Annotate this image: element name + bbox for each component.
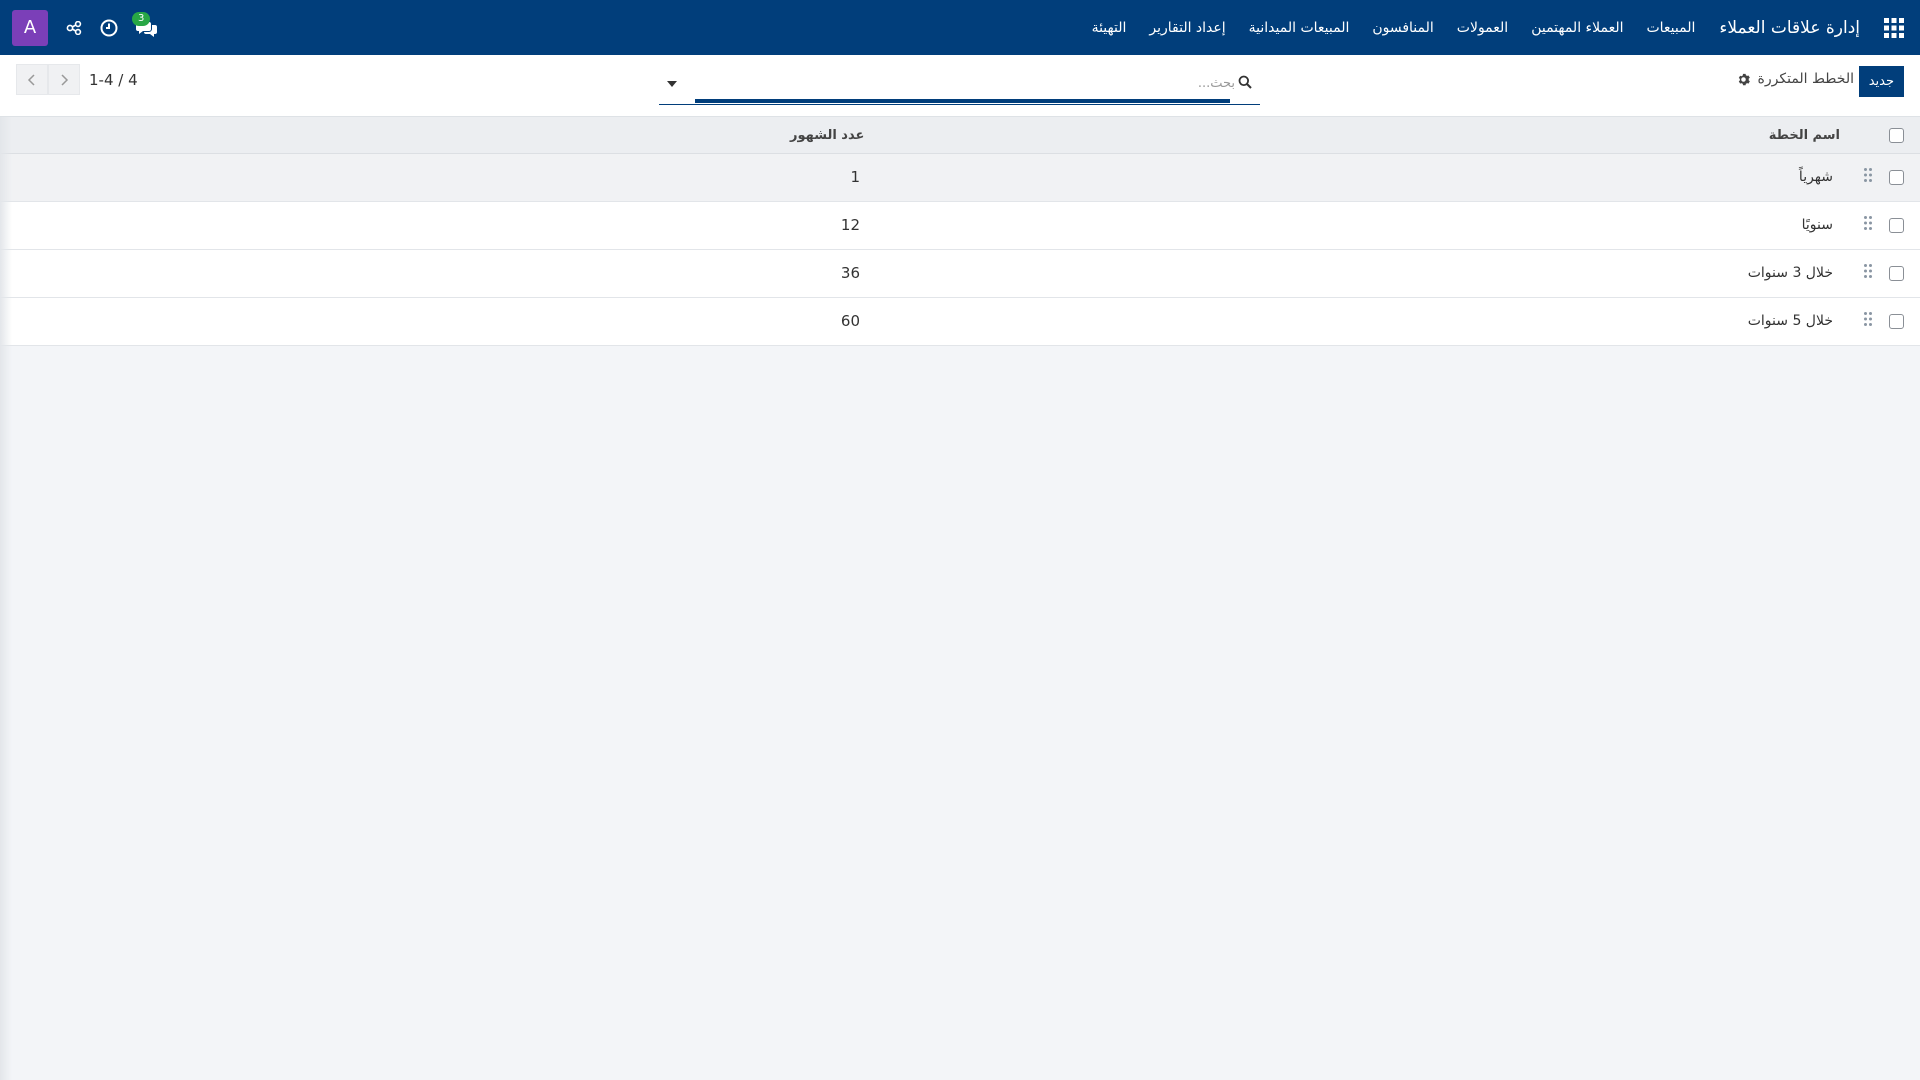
table-header: اسم الخطة عدد الشهور bbox=[0, 117, 1920, 154]
row-checkbox[interactable] bbox=[1889, 218, 1904, 233]
control-panel: جديد الخطط المتكررة 1-4 / 4 bbox=[0, 55, 1920, 117]
search-input[interactable] bbox=[695, 71, 1235, 95]
table-row[interactable]: خلال 5 سنوات 60 bbox=[0, 298, 1920, 346]
search-icon[interactable] bbox=[1238, 75, 1252, 89]
chat-icon[interactable]: 3 bbox=[132, 11, 158, 37]
apps-grid-icon[interactable] bbox=[1884, 17, 1904, 38]
list-table: اسم الخطة عدد الشهور شهرياً 1 سنويًا 12 … bbox=[0, 117, 1920, 346]
drag-handle-icon[interactable] bbox=[1863, 215, 1873, 231]
plan-name-cell: شهرياً bbox=[1798, 169, 1833, 185]
search-dropdown-caret-icon[interactable] bbox=[667, 81, 677, 87]
menu-field-sales[interactable]: المبيعات الميدانية bbox=[1249, 20, 1350, 36]
pager-next-button[interactable] bbox=[48, 64, 80, 95]
gear-icon[interactable] bbox=[1737, 73, 1750, 86]
page-title: الخطط المتكررة bbox=[1757, 71, 1854, 87]
pager-value[interactable]: 1-4 / 4 bbox=[89, 71, 138, 89]
months-cell: 60 bbox=[840, 312, 860, 330]
row-checkbox[interactable] bbox=[1889, 170, 1904, 185]
user-avatar[interactable]: A bbox=[12, 9, 48, 46]
main-menu: المبيعات العملاء المهتمين العمولات المنا… bbox=[1092, 20, 1696, 36]
column-header-months[interactable]: عدد الشهور bbox=[790, 128, 870, 143]
new-button[interactable]: جديد bbox=[1858, 66, 1904, 97]
table-row[interactable]: سنويًا 12 bbox=[0, 202, 1920, 250]
plan-name-cell: خلال 3 سنوات bbox=[1747, 265, 1833, 281]
menu-competitors[interactable]: المنافسون bbox=[1372, 20, 1433, 36]
menu-leads[interactable]: العملاء المهتمين bbox=[1531, 20, 1623, 36]
navbar-main: إدارة علاقات العملاء المبيعات العملاء ال… bbox=[1092, 17, 1904, 38]
menu-configuration[interactable]: التهيئة bbox=[1092, 20, 1127, 36]
pager: 1-4 / 4 bbox=[16, 64, 138, 95]
drag-handle-icon[interactable] bbox=[1863, 263, 1873, 279]
share-icon[interactable] bbox=[66, 20, 82, 35]
plan-name-cell: سنويًا bbox=[1801, 217, 1833, 233]
menu-commissions[interactable]: العمولات bbox=[1457, 20, 1508, 36]
drag-handle-icon[interactable] bbox=[1863, 167, 1873, 183]
top-navbar: A 3 إدارة علاقات العملاء المبيعات العملا… bbox=[0, 0, 1920, 55]
months-cell: 36 bbox=[840, 264, 860, 282]
table-row[interactable]: شهرياً 1 bbox=[0, 154, 1920, 202]
drag-handle-icon[interactable] bbox=[1863, 311, 1873, 327]
navbar-systray: A 3 bbox=[12, 9, 158, 46]
row-checkbox[interactable] bbox=[1889, 266, 1904, 281]
chat-badge: 3 bbox=[132, 11, 151, 26]
search-bar bbox=[659, 65, 1260, 105]
plan-name-cell: خلال 5 سنوات bbox=[1747, 313, 1833, 329]
menu-sales[interactable]: المبيعات bbox=[1646, 20, 1695, 36]
row-checkbox[interactable] bbox=[1889, 314, 1904, 329]
menu-reporting[interactable]: إعداد التقارير bbox=[1149, 20, 1225, 36]
pager-previous-button[interactable] bbox=[16, 64, 48, 95]
clock-icon[interactable] bbox=[100, 19, 118, 37]
column-header-plan-name[interactable]: اسم الخطة bbox=[1769, 128, 1840, 143]
months-cell: 1 bbox=[850, 168, 860, 186]
chevron-left-icon bbox=[27, 73, 35, 86]
search-loading-bar bbox=[695, 99, 1230, 103]
table-row[interactable]: خلال 3 سنوات 36 bbox=[0, 250, 1920, 298]
chevron-right-icon bbox=[61, 73, 69, 86]
months-cell: 12 bbox=[840, 216, 860, 234]
app-brand[interactable]: إدارة علاقات العملاء bbox=[1719, 18, 1860, 38]
breadcrumb: الخطط المتكررة bbox=[1737, 71, 1854, 87]
select-all-checkbox[interactable] bbox=[1889, 128, 1904, 143]
